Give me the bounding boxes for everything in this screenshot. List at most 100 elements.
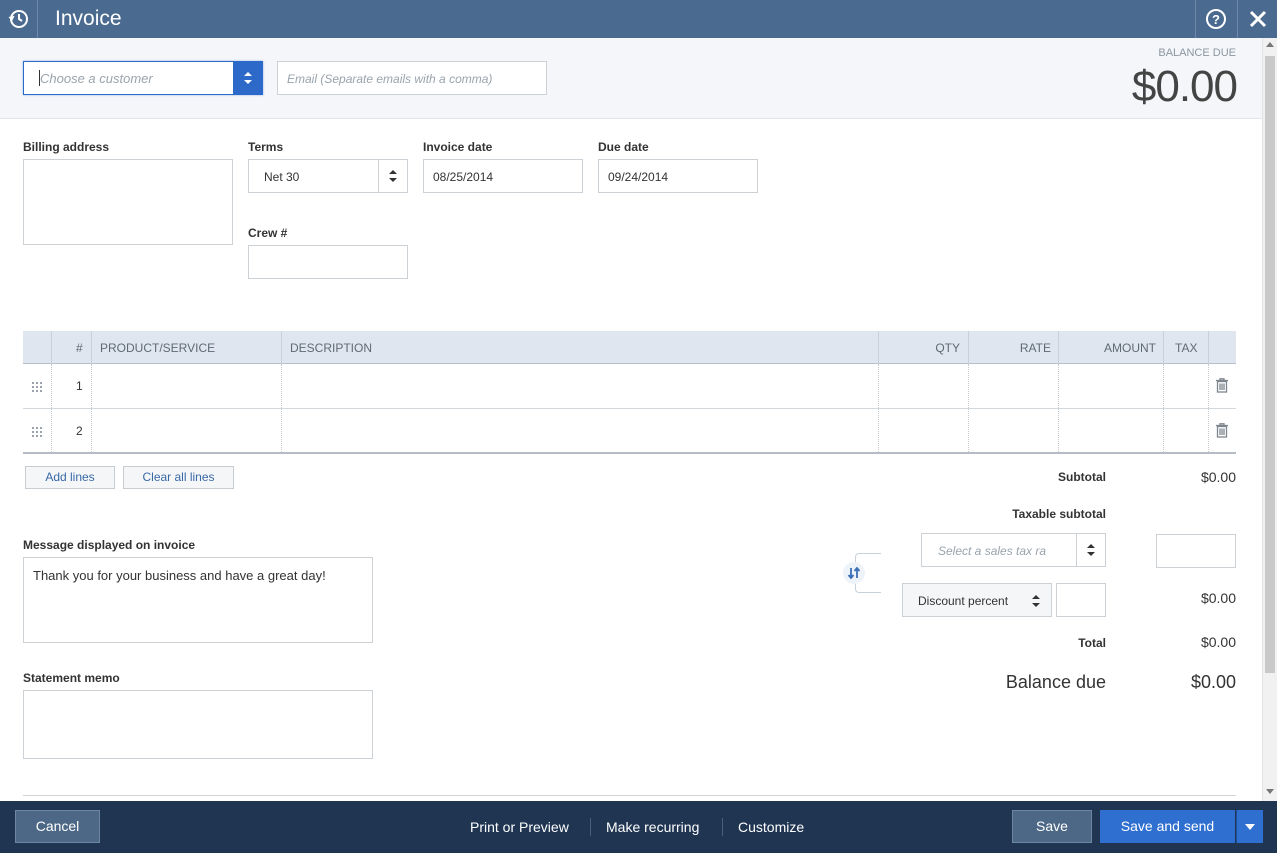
history-icon xyxy=(8,10,28,28)
email-field[interactable]: Email (Separate emails with a comma) xyxy=(277,61,547,95)
print-preview-button[interactable]: Print or Preview xyxy=(470,819,569,835)
col-header-tax: TAX xyxy=(1175,341,1198,355)
terms-select[interactable]: Net 30 xyxy=(248,159,408,193)
invoice-date-label: Invoice date xyxy=(423,140,493,154)
customer-dropdown-button[interactable] xyxy=(233,62,262,94)
col-header-qty: QTY xyxy=(935,341,960,355)
sales-tax-rate-select[interactable]: Select a sales tax ra xyxy=(921,533,1106,567)
discount-value-field[interactable] xyxy=(1056,583,1106,617)
balance-due-label: BALANCE DUE xyxy=(1158,47,1236,59)
customize-button[interactable]: Customize xyxy=(738,819,804,835)
invoice-date-field[interactable]: 08/25/2014 xyxy=(423,159,583,193)
save-options-dropdown[interactable] xyxy=(1236,810,1263,843)
due-date-value: 09/24/2014 xyxy=(608,170,669,184)
discount-type-select[interactable]: Discount percent xyxy=(902,583,1052,617)
customer-select[interactable]: Choose a customer xyxy=(23,61,263,95)
make-recurring-button[interactable]: Make recurring xyxy=(606,819,699,835)
col-header-amount: AMOUNT xyxy=(1104,341,1156,355)
terms-dropdown-button[interactable] xyxy=(378,160,407,192)
close-button[interactable] xyxy=(1237,0,1277,38)
message-textarea[interactable]: Thank you for your business and have a g… xyxy=(23,557,373,643)
drag-handle-icon[interactable] xyxy=(32,425,42,440)
section-divider xyxy=(23,795,1236,796)
column-divider xyxy=(281,331,282,364)
line-items-table: # PRODUCT/SERVICE DESCRIPTION QTY RATE A… xyxy=(23,331,1236,454)
cell-divider xyxy=(91,409,92,452)
cell-divider xyxy=(878,409,879,452)
cell-divider xyxy=(51,364,52,408)
cell-divider xyxy=(1058,409,1059,452)
cell-divider xyxy=(968,364,969,408)
cell-divider xyxy=(281,409,282,452)
sales-tax-dropdown-button[interactable] xyxy=(1076,534,1105,566)
window-title: Invoice xyxy=(55,7,122,30)
column-divider xyxy=(91,331,92,364)
column-divider xyxy=(1163,331,1164,364)
save-button[interactable]: Save xyxy=(1012,810,1092,843)
cell-divider xyxy=(281,364,282,408)
balance-due-footer-label: Balance due xyxy=(1005,672,1106,692)
delete-row-icon[interactable] xyxy=(1216,423,1228,441)
help-icon: ? xyxy=(1206,9,1226,29)
scroll-up-icon[interactable] xyxy=(1266,42,1274,47)
col-header-rate: RATE xyxy=(1019,341,1051,355)
crew-field[interactable] xyxy=(248,245,408,279)
cell-divider xyxy=(1208,409,1209,452)
scroll-down-icon[interactable] xyxy=(1266,789,1274,794)
vertical-scrollbar[interactable] xyxy=(1262,38,1277,801)
sort-arrows-icon xyxy=(1031,594,1041,611)
row-number: 2 xyxy=(76,424,83,438)
terms-value: Net 30 xyxy=(264,170,300,184)
balance-due-footer-value: $0.00 xyxy=(1190,672,1236,692)
footer-divider xyxy=(590,818,591,836)
balance-due-amount: $0.00 xyxy=(1131,62,1238,111)
cell-divider xyxy=(1163,364,1164,408)
clear-all-lines-button[interactable]: Clear all lines xyxy=(123,466,234,489)
scrollbar-thumb[interactable] xyxy=(1265,56,1275,673)
cell-divider xyxy=(1058,364,1059,408)
table-row[interactable]: 1 xyxy=(23,364,1236,409)
close-icon xyxy=(1249,10,1266,28)
drag-handle-icon[interactable] xyxy=(32,380,42,395)
taxable-subtotal-label: Taxable subtotal xyxy=(1012,507,1106,521)
discount-type-value: Discount percent xyxy=(918,594,1009,608)
help-button[interactable]: ? xyxy=(1195,0,1236,38)
due-date-field[interactable]: 09/24/2014 xyxy=(598,159,758,193)
billing-address-field[interactable] xyxy=(23,159,233,245)
crew-label: Crew # xyxy=(248,226,288,240)
save-and-send-button[interactable]: Save and send xyxy=(1100,810,1235,843)
statement-memo-label: Statement memo xyxy=(23,671,120,685)
add-lines-button[interactable]: Add lines xyxy=(25,466,115,489)
sort-arrows-icon xyxy=(389,170,397,182)
swap-arrows-icon xyxy=(847,566,861,580)
sales-tax-amount-field[interactable] xyxy=(1156,534,1236,568)
delete-row-icon[interactable] xyxy=(1216,378,1228,396)
swap-order-button[interactable] xyxy=(843,562,865,584)
total-value: $0.00 xyxy=(1200,634,1236,650)
table-row[interactable]: 2 xyxy=(23,409,1236,454)
table-header: # PRODUCT/SERVICE DESCRIPTION QTY RATE A… xyxy=(23,331,1236,364)
cell-divider xyxy=(91,364,92,408)
row-number: 1 xyxy=(76,379,83,393)
sort-arrows-icon xyxy=(243,72,252,84)
statement-memo-textarea[interactable] xyxy=(23,690,373,759)
message-text: Thank you for your business and have a g… xyxy=(33,568,326,583)
cell-divider xyxy=(968,409,969,452)
cell-divider xyxy=(1163,409,1164,452)
invoice-date-value: 08/25/2014 xyxy=(433,170,494,184)
subtotal-value: $0.00 xyxy=(1200,469,1236,485)
sales-tax-rate-placeholder: Select a sales tax ra xyxy=(938,544,1047,558)
recent-transactions-button[interactable] xyxy=(0,0,38,38)
col-header-description: DESCRIPTION xyxy=(290,341,373,355)
cell-divider xyxy=(51,409,52,452)
cancel-button[interactable]: Cancel xyxy=(15,810,100,843)
footer-bar: Cancel Print or Preview Make recurring C… xyxy=(0,801,1277,853)
subtotal-label: Subtotal xyxy=(1058,470,1106,484)
column-divider xyxy=(51,331,52,364)
footer-divider xyxy=(722,818,723,836)
customer-placeholder: Choose a customer xyxy=(40,71,153,86)
terms-label: Terms xyxy=(248,140,284,154)
message-label: Message displayed on invoice xyxy=(23,538,196,552)
col-header-num: # xyxy=(76,341,83,355)
cell-divider xyxy=(1208,364,1209,408)
